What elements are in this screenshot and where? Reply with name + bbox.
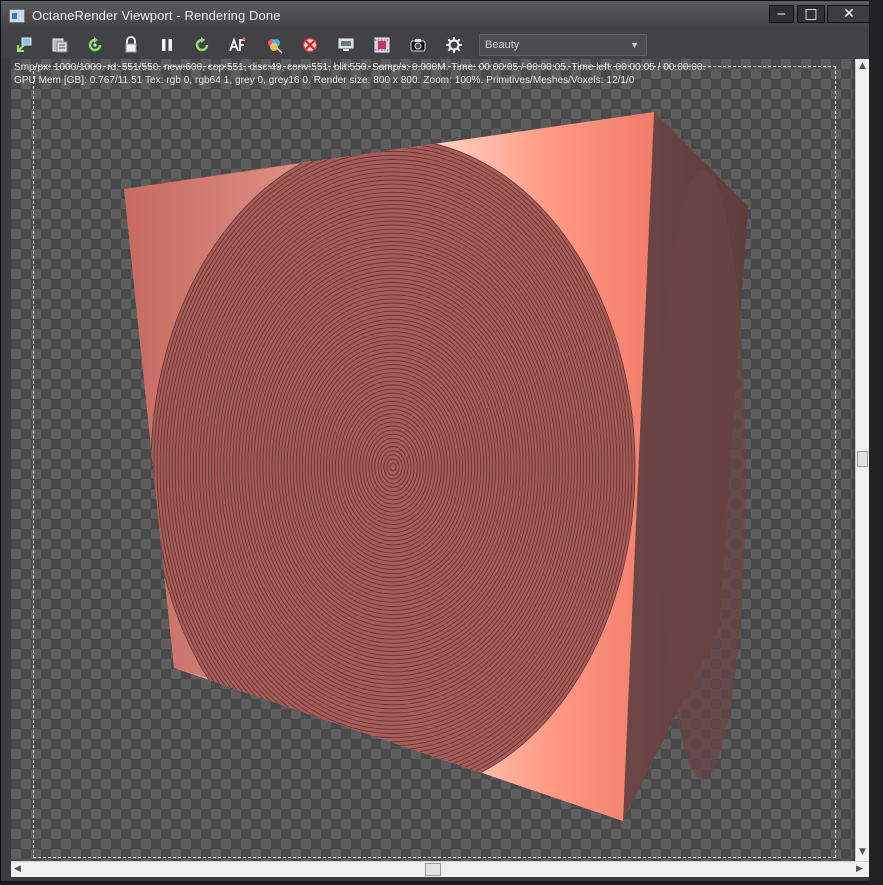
- lock-viewport-icon[interactable]: [122, 36, 140, 54]
- settings-icon[interactable]: [445, 36, 463, 54]
- clear-picker-icon[interactable]: [301, 36, 319, 54]
- display-settings-icon[interactable]: [337, 36, 355, 54]
- background-app-strip: [869, 0, 883, 885]
- scroll-up-icon[interactable]: ▲: [859, 61, 866, 71]
- reset-camera-icon[interactable]: [86, 36, 104, 54]
- close-button[interactable]: ✕: [827, 5, 871, 23]
- color-picker-icon[interactable]: [265, 36, 283, 54]
- recenter-view-icon[interactable]: [15, 36, 33, 54]
- maximize-button[interactable]: □: [797, 5, 825, 23]
- copy-to-clipboard-icon[interactable]: [51, 36, 69, 54]
- render-pass-dropdown[interactable]: Beauty ▼: [479, 34, 647, 56]
- pause-render-icon[interactable]: [158, 36, 176, 54]
- viewport-toolbar: [1, 31, 877, 59]
- minimize-button[interactable]: ‒: [769, 5, 794, 23]
- scroll-left-icon[interactable]: ◀: [14, 864, 21, 874]
- render-stats-line-1: Smp/px: 1000/1000. rd: 551/550. new:600,…: [14, 62, 706, 73]
- vertical-scroll-thumb[interactable]: [857, 451, 868, 467]
- octane-viewport-window: OctaneRender Viewport - Rendering Done ‒…: [0, 0, 878, 882]
- render-stats-line-2: GPU Mem [GB]: 0.767/11.51 Tex: rgb 0, rg…: [14, 75, 635, 86]
- horizontal-scrollbar[interactable]: ◀ ▶: [11, 861, 869, 877]
- horizontal-scroll-thumb[interactable]: [425, 863, 441, 876]
- title-bar[interactable]: OctaneRender Viewport - Rendering Done ‒…: [1, 1, 877, 31]
- film-settings-icon[interactable]: [373, 36, 391, 54]
- window-title: OctaneRender Viewport - Rendering Done: [32, 8, 281, 23]
- vertical-scrollbar[interactable]: ▲ ▼: [855, 59, 869, 864]
- restart-render-icon[interactable]: [193, 36, 211, 54]
- scroll-down-icon[interactable]: ▼: [859, 847, 866, 857]
- auto-focus-icon[interactable]: [229, 36, 247, 54]
- chevron-down-icon: ▼: [630, 40, 639, 50]
- render-viewport[interactable]: Smp/px: 1000/1000. rd: 551/550. new:600,…: [11, 59, 853, 864]
- render-pass-value: Beauty: [485, 39, 520, 51]
- scroll-right-icon[interactable]: ▶: [856, 864, 863, 874]
- snapshot-icon[interactable]: [409, 36, 427, 54]
- app-icon: [9, 9, 25, 23]
- render-region-frame: [33, 66, 836, 858]
